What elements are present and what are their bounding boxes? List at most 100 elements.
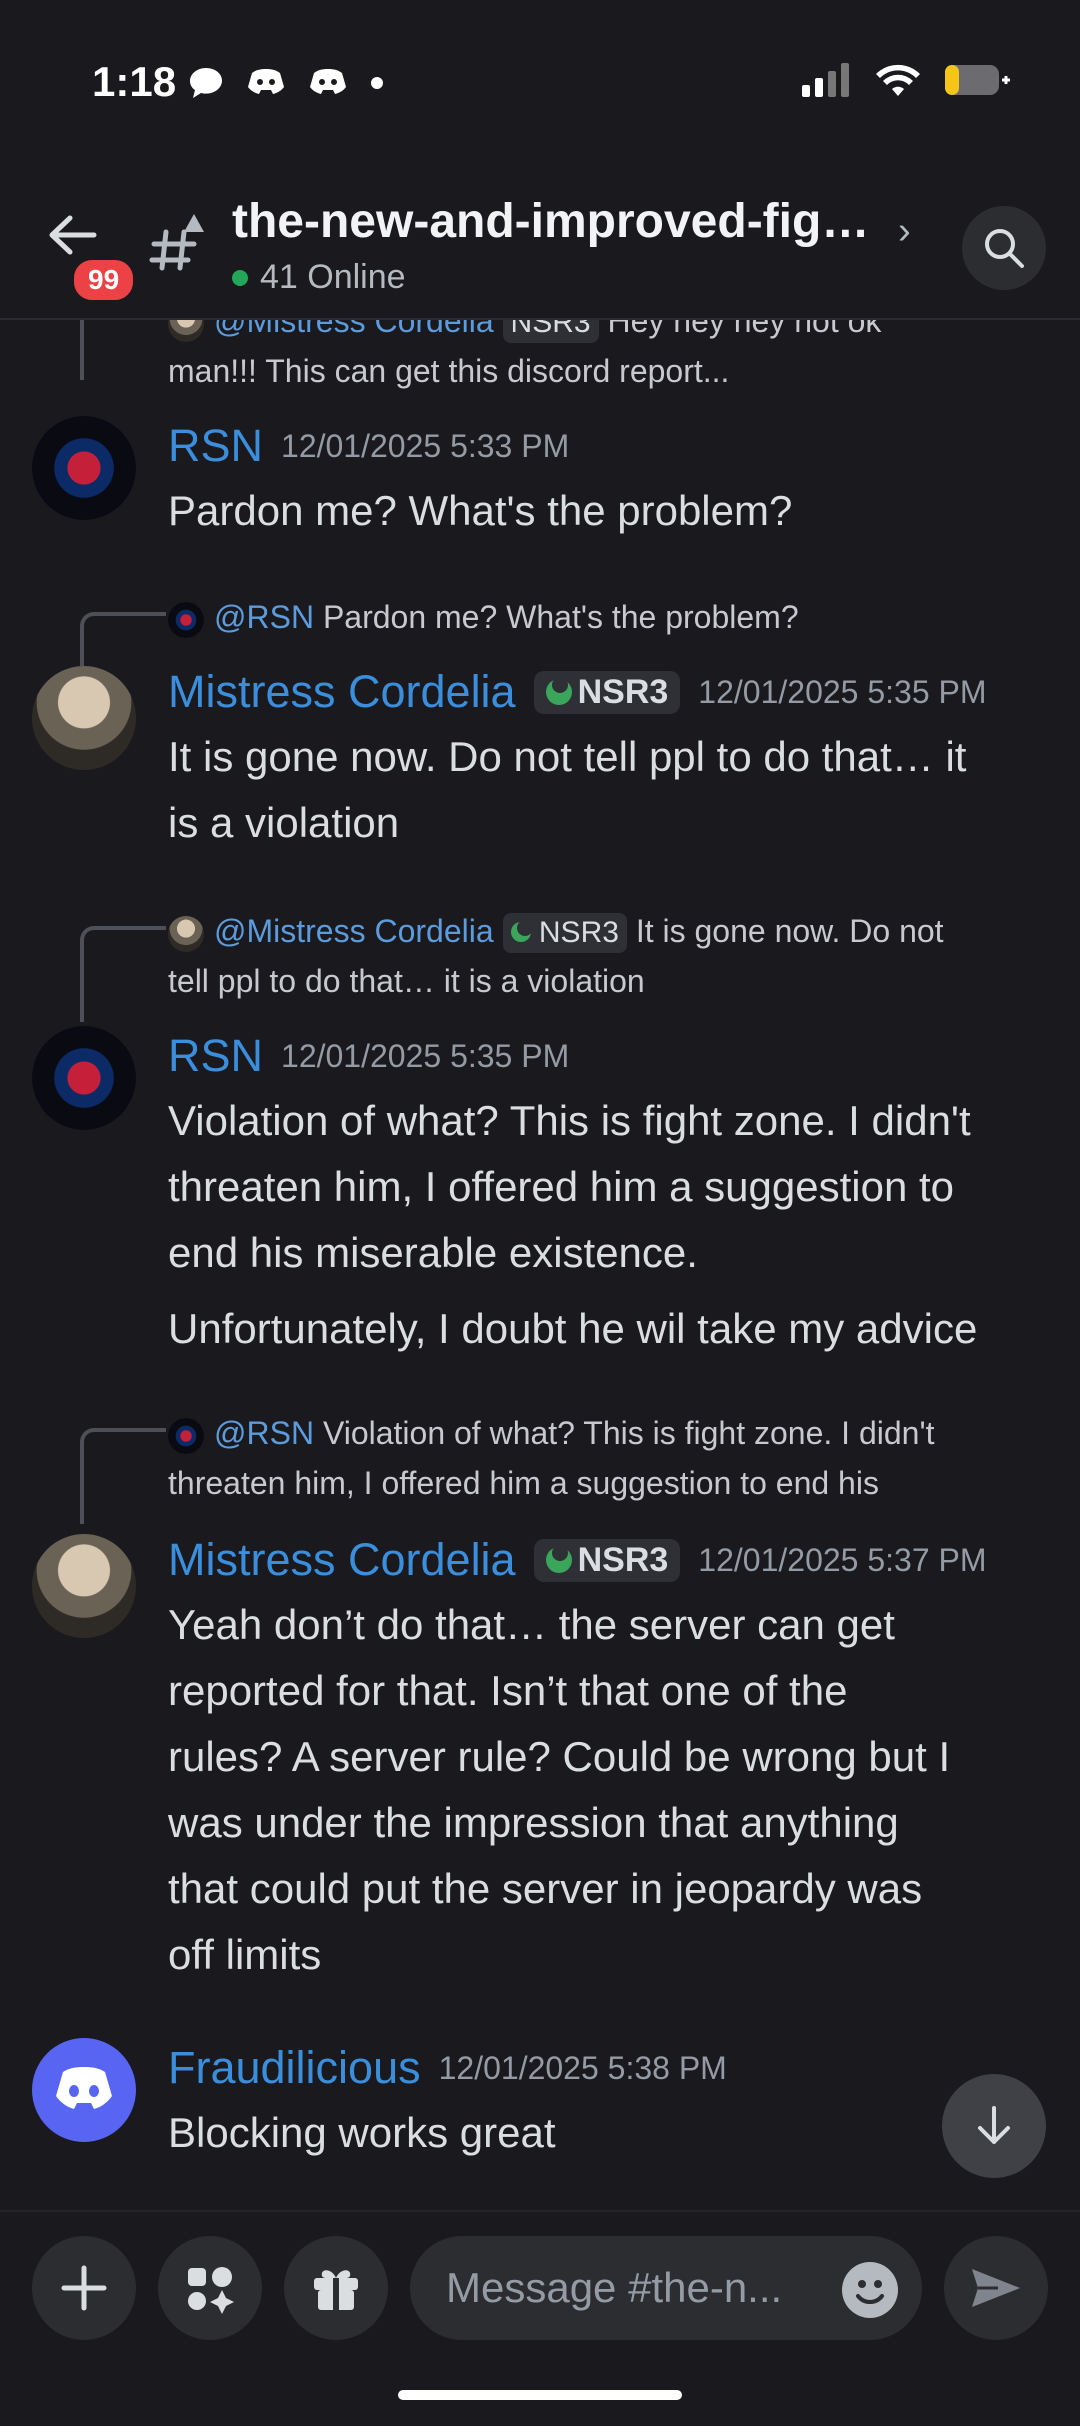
- reply-author[interactable]: @RSN: [214, 1415, 314, 1451]
- timestamp: 12/01/2025 5:33 PM: [281, 427, 570, 464]
- notification-icons: [188, 66, 384, 100]
- reply-avatar: [168, 1417, 204, 1454]
- jump-to-latest-button[interactable]: [942, 2074, 1046, 2178]
- author-name[interactable]: Mistress Cordelia: [168, 1534, 516, 1586]
- message-header: RSN 12/01/2025 5:33 PM: [168, 420, 569, 472]
- role-tag-label: NSR3: [538, 916, 619, 949]
- message-list[interactable]: @Mistress Cordelia NSR3 Hey hey hey not …: [0, 320, 1080, 2210]
- reply-author[interactable]: @Mistress Cordelia: [214, 320, 494, 339]
- message-line: It is gone now. Do not tell ppl to do th…: [168, 733, 967, 780]
- timestamp: 12/01/2025 5:35 PM: [281, 1037, 570, 1074]
- text-channel-alert-icon: [149, 214, 204, 271]
- status-bar: 1:18: [0, 0, 1080, 180]
- send-icon: [972, 2269, 1020, 2307]
- message-line: is a violation: [168, 799, 400, 846]
- message-header: Mistress Cordelia NSR3 12/01/2025 5:37 P…: [168, 1534, 987, 1586]
- reply-connector: [80, 926, 166, 1022]
- chevron-right-icon[interactable]: ›: [898, 210, 911, 253]
- author-name[interactable]: RSN: [168, 1030, 263, 1082]
- message-line: Yeah don’t do that… the server can get: [168, 1601, 895, 1648]
- avatar[interactable]: [32, 666, 136, 770]
- channel-header: 99 the-new-and-improved-fig… › 41 Online: [0, 180, 1080, 320]
- reply-author[interactable]: @Mistress Cordelia: [214, 913, 494, 949]
- search-button[interactable]: [962, 206, 1046, 290]
- message-header: Fraudilicious 12/01/2025 5:38 PM: [168, 2042, 727, 2094]
- apps-button[interactable]: [158, 2236, 262, 2340]
- message-line: end his miserable existence.: [168, 1229, 698, 1276]
- gift-button[interactable]: [284, 2236, 388, 2340]
- message-text: Yeah don’t do that… the server can get r…: [168, 1592, 1058, 1988]
- reply-preview[interactable]: @Mistress Cordelia NSR3 It is gone now. …: [168, 906, 944, 956]
- wifi-icon: [876, 64, 920, 96]
- message-text: Pardon me? What's the problem?: [168, 478, 1058, 544]
- gift-icon: [314, 2270, 358, 2310]
- discord-notify-icon: [248, 69, 284, 94]
- leaf-icon: [545, 677, 572, 705]
- reply-avatar: [168, 915, 204, 952]
- avatar[interactable]: [32, 416, 136, 520]
- reply-preview-line2: threaten him, I offered him a suggestion…: [168, 1465, 879, 1501]
- online-status: 41 Online: [232, 258, 406, 297]
- more-dot-icon: [371, 77, 383, 89]
- role-tag-label: NSR3: [577, 1540, 669, 1579]
- reply-preview-line2: man!!! This can get this discord report.…: [168, 353, 730, 389]
- attach-button[interactable]: [32, 2236, 136, 2340]
- leaf-icon: [545, 1545, 572, 1573]
- channel-title[interactable]: the-new-and-improved-fig…: [232, 194, 869, 249]
- signal-icon: [802, 63, 849, 97]
- role-tag-label: NSR3: [577, 672, 669, 711]
- message-header: Mistress Cordelia NSR3 12/01/2025 5:35 P…: [168, 666, 987, 718]
- author-name[interactable]: RSN: [168, 420, 263, 472]
- role-tag: NSR3: [533, 670, 681, 714]
- message-line: reported for that. Isn’t that one of the: [168, 1667, 848, 1714]
- reply-text: Pardon me? What's the problem?: [322, 599, 799, 635]
- timestamp: 12/01/2025 5:38 PM: [438, 2049, 727, 2086]
- plus-icon: [61, 2265, 107, 2311]
- reply-preview[interactable]: @Mistress Cordelia NSR3 Hey hey hey not …: [168, 320, 881, 346]
- reply-text: It is gone now. Do not: [635, 913, 944, 949]
- home-indicator[interactable]: [398, 2390, 682, 2400]
- message-text-followup: Unfortunately, I doubt he wil take my ad…: [168, 1305, 978, 1352]
- avatar[interactable]: [32, 1534, 136, 1638]
- discord-notify-icon-2: [310, 69, 346, 94]
- reply-preview[interactable]: @RSN Violation of what? This is fight zo…: [168, 1408, 934, 1458]
- reply-connector: [80, 612, 166, 666]
- message-line: that could put the server in jeopardy wa…: [168, 1865, 923, 1912]
- battery-charging-icon: [945, 65, 1010, 95]
- message-bubble-icon: [190, 68, 222, 98]
- message-text: Violation of what? This is fight zone. I…: [168, 1088, 1058, 1286]
- unread-badge: 99: [70, 256, 138, 304]
- emoji-button[interactable]: [842, 2262, 898, 2318]
- timestamp: 12/01/2025 5:35 PM: [698, 673, 987, 710]
- send-button[interactable]: [944, 2236, 1048, 2340]
- reply-preview-line2: tell ppl to do that… it is a violation: [168, 963, 645, 999]
- reply-preview[interactable]: @RSN Pardon me? What's the problem?: [168, 592, 799, 642]
- online-dot-icon: [232, 269, 248, 286]
- search-icon: [985, 229, 1024, 268]
- message-line: Pardon me? What's the problem?: [168, 487, 793, 534]
- reply-author[interactable]: @RSN: [214, 599, 314, 635]
- author-name[interactable]: Fraudilicious: [168, 2042, 421, 2094]
- role-tag: NSR3: [502, 913, 627, 953]
- avatar[interactable]: [32, 2038, 136, 2142]
- arrow-down-icon: [978, 2106, 1010, 2144]
- reply-connector: [80, 1428, 166, 1524]
- message-line: rules? A server rule? Could be wrong but…: [168, 1733, 951, 1780]
- apps-icon: [188, 2267, 234, 2314]
- reply-text: Hey hey hey not ok: [607, 320, 882, 339]
- emoji-icon: [843, 2263, 897, 2317]
- message-input[interactable]: Message #the-n...: [410, 2236, 922, 2340]
- message-placeholder: Message #the-n...: [446, 2264, 783, 2311]
- message-line: Blocking works great: [168, 2109, 556, 2156]
- message-line: off limits: [168, 1931, 322, 1978]
- reply-connector: [80, 320, 84, 380]
- message-line: was under the impression that anything: [168, 1799, 899, 1846]
- avatar[interactable]: [32, 1026, 136, 1130]
- online-count: 41 Online: [260, 258, 406, 296]
- role-tag: NSR3: [502, 320, 599, 343]
- author-name[interactable]: Mistress Cordelia: [168, 666, 516, 718]
- back-arrow-icon: [49, 215, 97, 255]
- reply-text: Violation of what? This is fight zone. I…: [322, 1415, 935, 1451]
- role-tag: NSR3: [533, 1538, 681, 1582]
- message-line: Violation of what? This is fight zone. I…: [168, 1097, 971, 1144]
